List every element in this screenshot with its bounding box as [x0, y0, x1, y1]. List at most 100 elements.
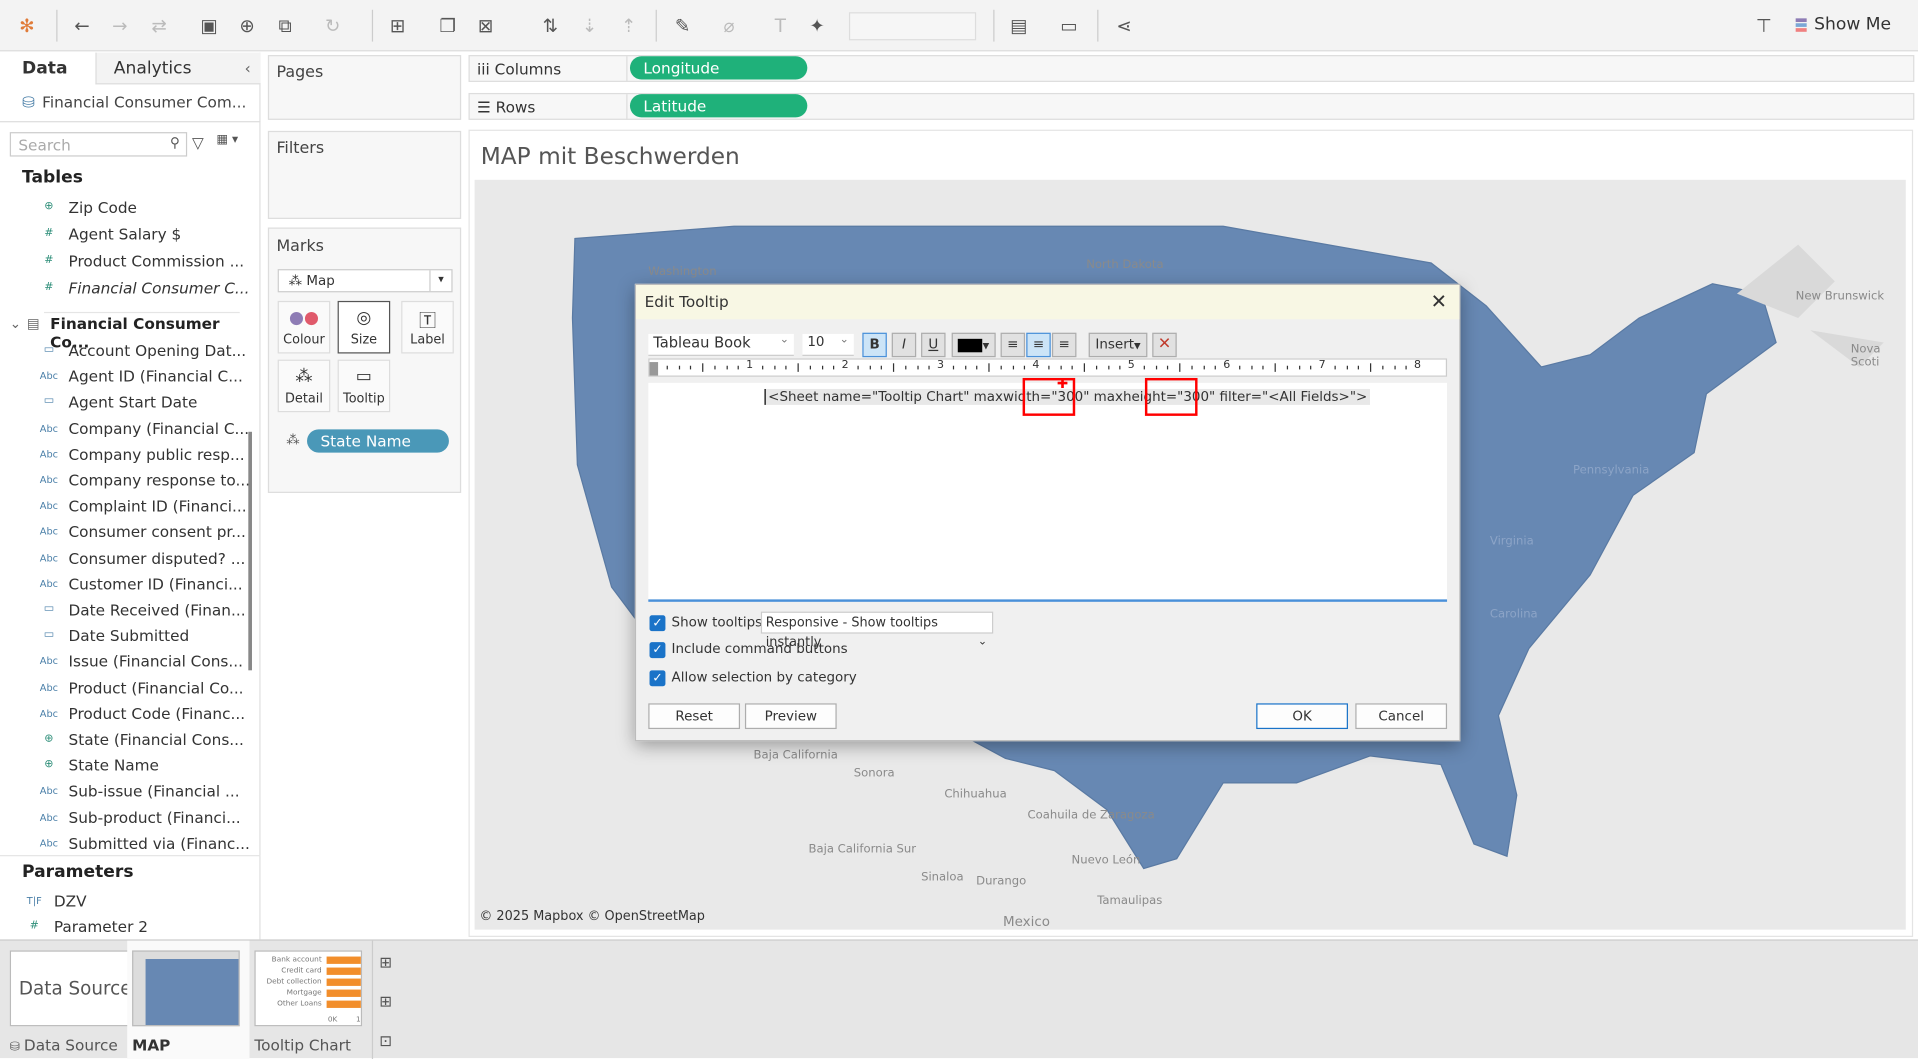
field-item[interactable]: Abc Company response to... — [0, 467, 250, 493]
include-buttons-checkbox[interactable]: ✓ — [649, 642, 666, 659]
field-item[interactable]: Abc Sub-product (Financi... — [0, 804, 245, 830]
tab-data[interactable]: Data — [0, 52, 96, 85]
new-datasource-icon[interactable]: ⊕ — [235, 13, 259, 37]
pages-shelf[interactable]: Pages — [267, 55, 462, 120]
format-painter-icon[interactable]: ⊤ — [1752, 13, 1776, 37]
duplicate-sheet-icon[interactable]: ❐ — [435, 13, 459, 37]
field-item[interactable]: Abc Agent ID (Financial C... — [0, 364, 245, 390]
expand-chevron-icon[interactable]: ⌄ — [10, 316, 21, 332]
filter-icon[interactable]: ▽ — [192, 133, 204, 151]
show-me-button[interactable]: Show Me — [1795, 15, 1891, 34]
presentation-icon[interactable]: ▭ — [1057, 13, 1081, 37]
font-size-dropdown[interactable]: 10 ⌄ — [802, 333, 854, 356]
detail-button[interactable]: ⁂ Detail — [277, 359, 331, 413]
collapse-pane-icon[interactable]: ‹ — [245, 59, 251, 77]
group-icon[interactable]: ⌀ — [717, 13, 741, 37]
field-item[interactable]: ▭ Account Opening Dat... — [0, 338, 246, 364]
field-item[interactable]: ▭ Date Submitted — [0, 623, 245, 649]
parameter-item[interactable]: T|F DZV — [0, 888, 230, 914]
align-left-icon[interactable]: ≡ — [1000, 332, 1026, 358]
tooltip-chart-thumbnail[interactable]: Bank account Credit card Debt collection Mo… — [254, 950, 363, 1027]
field-item[interactable]: # Product Commission ... — [0, 248, 245, 274]
pin-icon[interactable]: ✦ — [805, 13, 829, 37]
field-item[interactable]: Abc Sub-issue (Financial ... — [0, 778, 245, 804]
refresh-icon[interactable]: ↻ — [320, 13, 344, 37]
sort-asc-icon[interactable]: ⇣ — [577, 13, 601, 37]
field-item[interactable]: Abc Customer ID (Financi... — [0, 571, 245, 597]
undo-icon[interactable]: ← — [70, 13, 94, 37]
highlight-icon[interactable]: ✎ — [670, 13, 694, 37]
parameter-item[interactable]: # Parameter 2 — [0, 914, 230, 940]
field-item[interactable]: Abc Product Code (Financ... — [0, 701, 245, 727]
label-icon[interactable]: T — [768, 13, 792, 37]
new-dashboard-icon[interactable]: ⊞ — [379, 992, 392, 1010]
label-button[interactable]: 🅃 Label — [401, 300, 454, 354]
new-story-icon[interactable]: ⊡ — [379, 1031, 392, 1049]
field-item[interactable]: Abc Product (Financial Co... — [0, 675, 245, 701]
reset-button[interactable]: Reset — [648, 703, 741, 730]
field-item[interactable]: Abc Submitted via (Financ... — [0, 830, 250, 856]
field-item[interactable]: ▭ Agent Start Date — [0, 389, 245, 415]
field-item[interactable]: ⊕ State Name — [0, 753, 245, 779]
clear-sheet-icon[interactable]: ⊠ — [473, 13, 497, 37]
map-thumbnail[interactable] — [132, 950, 240, 1027]
view-options-icon[interactable]: ▦ ▾ — [217, 133, 239, 146]
allow-selection-checkbox[interactable]: ✓ — [649, 670, 666, 687]
tooltip-mode-dropdown[interactable]: Responsive - Show tooltips instantly ⌄ — [760, 611, 994, 650]
field-item[interactable]: Abc Issue (Financial Cons... — [0, 649, 245, 675]
sort-desc-icon[interactable]: ⇡ — [616, 13, 640, 37]
longitude-pill[interactable]: Longitude (generate.. — [629, 56, 808, 100]
datasource-item[interactable]: ⛁ Financial Consumer Com... — [22, 93, 246, 111]
field-item[interactable]: Abc Consumer consent pr... — [0, 519, 246, 545]
datasource-thumbnail[interactable]: Data Source — [9, 950, 141, 1027]
field-item[interactable]: ⊕ State (Financial Cons... — [0, 727, 245, 753]
tab-tooltip-chart[interactable]: Tooltip Chart — [254, 1036, 351, 1054]
cancel-button[interactable]: Cancel — [1355, 703, 1448, 730]
tab-analytics[interactable]: Analytics — [95, 52, 261, 85]
new-worksheet-icon[interactable]: ⊞ — [379, 953, 392, 971]
field-item[interactable]: # Agent Salary $ — [0, 221, 245, 247]
field-item[interactable]: Abc Company public resp... — [0, 441, 245, 467]
size-button[interactable]: ◎ Size — [337, 300, 391, 354]
indent-marker[interactable] — [649, 362, 659, 376]
scrollbar[interactable] — [248, 431, 252, 671]
ok-button[interactable]: OK — [1256, 703, 1348, 730]
tooltip-button[interactable]: ▭ Tooltip — [337, 359, 391, 413]
bold-button[interactable]: B — [862, 332, 887, 358]
redo-icon[interactable]: → — [108, 13, 132, 37]
tooltip-editor[interactable]: <Sheet name="Tooltip Chart" maxwidth="30… — [648, 376, 1448, 602]
pause-updates-icon[interactable]: ⧉ — [273, 13, 297, 37]
colour-button[interactable]: ●● Colour — [277, 300, 331, 354]
field-item[interactable]: Abc Company (Financial C... — [0, 415, 249, 441]
font-dropdown[interactable]: Tableau Book ⌄ — [648, 333, 794, 356]
state-name-pill[interactable]: State Name — [307, 429, 449, 453]
underline-button[interactable]: U — [921, 332, 946, 358]
latitude-pill[interactable]: Latitude (generated) — [629, 94, 808, 138]
close-icon[interactable]: ✕ — [1431, 290, 1447, 313]
show-tooltips-checkbox[interactable]: ✓ — [649, 615, 666, 632]
tab-map[interactable]: MAP — [132, 1036, 170, 1054]
share-icon[interactable]: ⋖ — [1112, 13, 1136, 37]
filters-shelf[interactable]: Filters — [267, 130, 462, 219]
search-input[interactable]: Search ⚲ — [9, 132, 188, 157]
field-item[interactable]: ⊕ Zip Code — [0, 194, 245, 220]
field-item[interactable]: Abc Complaint ID (Financi... — [0, 493, 247, 519]
align-center-icon[interactable]: ≡ — [1026, 332, 1051, 358]
text-color-picker[interactable]: ▼ — [951, 332, 996, 358]
field-item[interactable]: ▭ Date Received (Finan... — [0, 597, 246, 623]
align-right-icon[interactable]: ≡ — [1051, 332, 1077, 358]
swap-icon[interactable]: ⇅ — [538, 13, 562, 37]
mark-type-dropdown[interactable]: ⁂ Map ▾ — [277, 269, 453, 293]
preview-button[interactable]: Preview — [744, 703, 837, 730]
italic-button[interactable]: I — [891, 332, 917, 358]
replay-icon[interactable]: ⇄ — [147, 13, 171, 37]
tableau-logo-icon[interactable]: ✻ — [15, 13, 39, 37]
insert-button[interactable]: Insert▼ — [1088, 332, 1148, 358]
tab-data-source[interactable]: ⛁ Data Source — [10, 1036, 118, 1054]
field-item[interactable]: Abc Consumer disputed? ... — [0, 545, 246, 571]
field-item[interactable]: # Financial Consumer C... — [0, 275, 249, 301]
new-worksheet-icon[interactable]: ⊞ — [385, 13, 409, 37]
save-icon[interactable]: ▣ — [197, 13, 221, 37]
clear-format-icon[interactable]: ✕ — [1152, 332, 1177, 358]
show-cards-icon[interactable]: ▤ — [1007, 13, 1031, 37]
